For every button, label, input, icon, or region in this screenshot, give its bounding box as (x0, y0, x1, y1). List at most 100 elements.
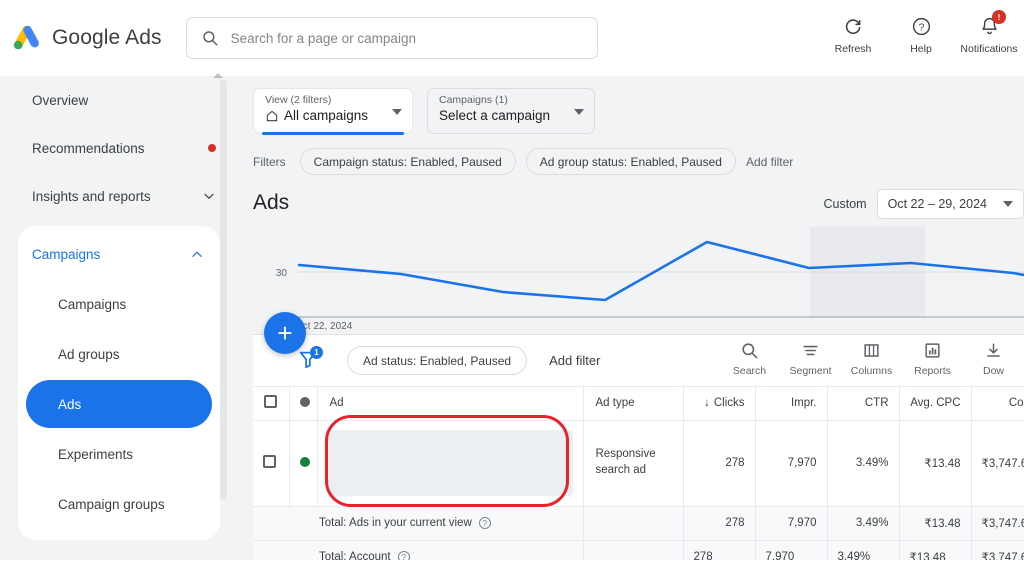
notifications-label: Notifications (960, 43, 1018, 55)
sidebar-group-header-campaigns[interactable]: Campaigns (18, 230, 220, 278)
columns-icon (862, 339, 881, 361)
totals-avg-cpc: ₹13.48 (899, 506, 972, 541)
filter-chip-ad-group-status[interactable]: Ad group status: Enabled, Paused (525, 148, 736, 175)
scroll-up-arrow-icon[interactable] (213, 73, 223, 78)
row-ad-cell[interactable] (317, 420, 584, 507)
notifications-badge: ! (992, 10, 1006, 24)
filter-funnel-button[interactable]: 1 (297, 345, 323, 374)
sidebar: Overview Recommendations Insights and re… (0, 73, 232, 576)
row-impr: 7,970 (755, 420, 828, 507)
sidebar-group-label: Campaigns (32, 246, 101, 262)
add-filter-button[interactable]: Add filter (746, 155, 793, 169)
sidebar-item-overview[interactable]: Overview (0, 76, 232, 124)
table-filter-chip-ad-status[interactable]: Ad status: Enabled, Paused (347, 346, 528, 375)
filters-row: Filters Campaign status: Enabled, Paused… (239, 134, 1024, 175)
brand-title: Google Ads (52, 26, 162, 49)
svg-text:?: ? (918, 21, 924, 33)
date-range-area: Custom Oct 22 – 29, 2024 (824, 189, 1024, 219)
download-icon (984, 339, 1003, 361)
help-label: Help (910, 43, 932, 55)
performance-chart: 30 0 Oct 22, 2024 (239, 221, 1024, 332)
viewport-bottom-cutoff (0, 560, 1024, 576)
table-segment-button[interactable]: Segment (780, 339, 841, 377)
search-input[interactable] (230, 30, 583, 46)
sidebar-item-ads[interactable]: Ads (26, 380, 212, 428)
column-header-avg-cpc[interactable]: Avg. CPC (899, 387, 972, 421)
column-header-clicks-label: Clicks (713, 397, 745, 410)
column-header-cost[interactable]: Cost (971, 387, 1024, 421)
filter-chip-campaign-status[interactable]: Campaign status: Enabled, Paused (299, 148, 516, 175)
column-header-clicks[interactable]: ↓ Clicks (683, 387, 756, 421)
search-icon (740, 339, 759, 361)
refresh-button[interactable]: Refresh (822, 14, 884, 55)
sidebar-item-campaign-groups[interactable]: Campaign groups (26, 480, 212, 528)
notifications-button[interactable]: ! Notifications (958, 10, 1020, 55)
view-selector-value: All campaigns (284, 108, 369, 123)
sidebar-item-label: Campaign groups (58, 496, 165, 512)
status-enabled-icon (299, 456, 310, 467)
sidebar-scrollbar[interactable] (213, 73, 227, 500)
sidebar-item-recommendations[interactable]: Recommendations (0, 124, 232, 172)
column-header-ad-type[interactable]: Ad type (583, 387, 684, 421)
table-search-button[interactable]: Search (719, 339, 780, 377)
totals-ad-type (583, 506, 684, 541)
totals-row-current-view: Total: Ads in your current view ? 278 7,… (253, 506, 1024, 541)
active-underline (262, 132, 404, 135)
table-toolbar-icons: Search Segment Columns Reports Dow (719, 339, 1024, 377)
totals-clicks: 278 (683, 506, 756, 541)
table-download-button[interactable]: Dow (963, 339, 1024, 377)
column-header-ctr[interactable]: CTR (827, 387, 900, 421)
campaign-selector-caption: Campaigns (1) (439, 94, 508, 106)
column-header-impr[interactable]: Impr. (755, 387, 828, 421)
sidebar-item-ad-groups[interactable]: Ad groups (26, 330, 212, 378)
table-add-filter-button[interactable]: Add filter (549, 353, 600, 368)
table-row[interactable]: Responsive search ad 278 7,970 3.49% ₹13… (253, 420, 1024, 507)
ad-preview-redacted (327, 430, 573, 496)
selector-row: View (2 filters) All campaigns Campaigns… (239, 76, 1024, 135)
brand-logo-area[interactable]: Google Ads (10, 21, 162, 55)
status-header (289, 387, 318, 421)
row-select-cell (253, 420, 290, 507)
totals-ctr: 3.49% (827, 506, 900, 541)
header-actions: Refresh ? Help ! Notifications (822, 10, 1020, 55)
sidebar-item-label: Campaigns (58, 296, 127, 312)
help-icon: ? (911, 14, 932, 38)
reports-icon (923, 339, 942, 361)
sidebar-item-label: Overview (32, 92, 89, 108)
table-reports-button[interactable]: Reports (902, 339, 963, 377)
row-ctr: 3.49% (827, 420, 900, 507)
status-filter-icon[interactable] (299, 396, 310, 407)
table-columns-button[interactable]: Columns (841, 339, 902, 377)
global-search-box[interactable] (185, 17, 598, 59)
row-avg-cpc: ₹13.48 (899, 420, 972, 507)
main-content: View (2 filters) All campaigns Campaigns… (239, 76, 1024, 576)
totals-label: Total: Ads in your current view (319, 517, 472, 529)
totals-label-cell: Total: Ads in your current view ? (253, 506, 584, 541)
sidebar-item-experiments[interactable]: Experiments (26, 430, 212, 478)
table-toolbar: 1 Ad status: Enabled, Paused Add filter … (253, 335, 1024, 387)
sidebar-item-campaigns[interactable]: Campaigns (26, 280, 212, 328)
row-clicks: 278 (683, 420, 756, 507)
view-selector[interactable]: View (2 filters) All campaigns (253, 88, 413, 135)
date-range-caption: Custom (823, 197, 867, 211)
table-reports-label: Reports (914, 365, 951, 377)
sidebar-item-insights-and-reports[interactable]: Insights and reports (0, 172, 232, 220)
table-search-label: Search (732, 365, 767, 377)
campaign-selector[interactable]: Campaigns (1) Select a campaign (427, 88, 595, 134)
sidebar-item-label: Experiments (58, 446, 134, 462)
row-ad-type: Responsive search ad (583, 420, 684, 507)
refresh-label: Refresh (834, 43, 872, 55)
table-columns-label: Columns (850, 365, 893, 377)
select-all-checkbox[interactable] (264, 395, 278, 409)
refresh-icon (843, 14, 864, 38)
ads-table-body: Responsive search ad 278 7,970 3.49% ₹13… (253, 420, 1024, 575)
date-range-picker[interactable]: Oct 22 – 29, 2024 (876, 189, 1024, 219)
help-icon[interactable]: ? (478, 517, 491, 529)
create-new-ad-button[interactable]: + (264, 312, 306, 354)
column-header-ad[interactable]: Ad (317, 387, 584, 421)
row-checkbox[interactable] (263, 455, 276, 468)
select-all-header (253, 387, 290, 421)
sidebar-item-label: Ad groups (58, 346, 120, 362)
help-button[interactable]: ? Help (890, 14, 952, 55)
google-ads-logo-icon (13, 25, 39, 50)
